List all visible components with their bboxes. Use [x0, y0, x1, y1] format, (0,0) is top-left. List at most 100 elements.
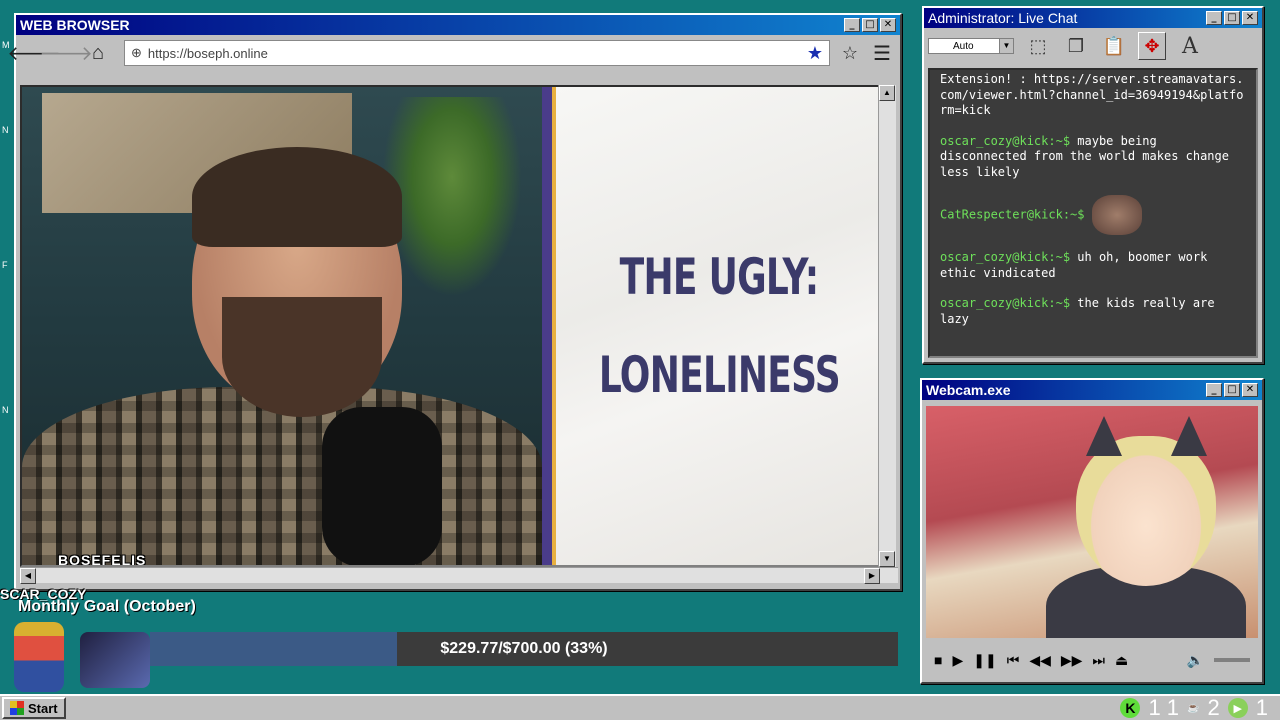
paste-icon[interactable]: 📋 — [1100, 32, 1128, 60]
microphone — [322, 407, 442, 565]
font-size-select[interactable]: Auto ▼ — [928, 38, 1014, 54]
rewind-icon[interactable]: ◀◀ — [1029, 652, 1051, 669]
copy-icon[interactable]: ❐ — [1062, 32, 1090, 60]
browser-title: WEB BROWSER — [20, 17, 130, 33]
chat-message: oscar_cozy@kick:~$ maybe being disconnec… — [940, 134, 1246, 181]
chat-titlebar[interactable]: Administrator: Live Chat _ □ ✕ — [924, 8, 1262, 28]
goal-progress-bar: $229.77/$700.00 (33%) — [150, 632, 898, 666]
tray-count: 1 — [1255, 695, 1268, 720]
scroll-up-arrow-icon[interactable]: ▲ — [879, 85, 895, 101]
tray-count: 1 1 — [1148, 695, 1180, 720]
volume-icon[interactable]: 🔈 — [1187, 652, 1204, 669]
goal-title: Monthly Goal (October) — [18, 598, 196, 615]
system-tray: K 1 1 ☕ 2 ▶ 1 — [1120, 695, 1278, 720]
chat-username[interactable]: oscar_cozy@kick:~$ — [940, 250, 1070, 264]
media-controls: ■ ▶ ❚❚ ⏮ ◀◀ ▶▶ ⏭ ⏏ 🔈 — [926, 644, 1258, 676]
minimize-button[interactable]: _ — [1206, 383, 1222, 397]
scroll-left-arrow-icon[interactable]: ◀ — [20, 568, 36, 584]
start-button[interactable]: Start — [2, 697, 66, 719]
volume-slider[interactable] — [1214, 658, 1250, 662]
video-viewport[interactable]: THE UGLY: LONELINESS BOSEFELIS — [20, 85, 880, 567]
windows-logo-icon — [10, 701, 24, 715]
chat-message-text: Extension! : https://server.streamavatar… — [940, 72, 1244, 117]
pixel-sprites — [10, 618, 150, 692]
ninja-sprite — [80, 632, 150, 688]
chat-toolbar: Auto ▼ ⬚ ❐ 📋 ✥ A — [924, 28, 1262, 64]
favorites-star-icon[interactable]: ☆ — [838, 41, 862, 65]
eject-icon[interactable]: ⏏ — [1115, 652, 1128, 669]
speaker-beard — [222, 297, 382, 417]
skip-back-icon[interactable]: ⏮ — [1007, 652, 1020, 669]
scroll-down-arrow-icon[interactable]: ▼ — [879, 551, 895, 567]
play-icon[interactable]: ▶ — [952, 652, 963, 669]
play-badge-icon[interactable]: ▶ — [1227, 698, 1248, 718]
chat-username[interactable]: oscar_cozy@kick:~$ — [940, 134, 1070, 148]
webcam-title: Webcam.exe — [926, 382, 1011, 398]
start-label: Start — [28, 700, 58, 716]
presentation-slide: THE UGLY: LONELINESS — [556, 87, 878, 565]
chat-window: Administrator: Live Chat _ □ ✕ Auto ▼ ⬚ … — [922, 6, 1264, 364]
chat-log[interactable]: Extension! : https://server.streamavatar… — [928, 68, 1258, 358]
chat-message: Extension! : https://server.streamavatar… — [940, 72, 1246, 119]
cozy-icon[interactable]: ☕ — [1187, 703, 1199, 714]
move-icon[interactable]: ✥ — [1138, 32, 1166, 60]
close-button[interactable]: ✕ — [880, 18, 896, 32]
slide-subheading: LONELINESS — [598, 346, 840, 404]
bookmarked-star-icon[interactable]: ★ — [807, 43, 823, 64]
browser-titlebar[interactable]: WEB BROWSER _ □ ✕ — [16, 15, 900, 35]
desktop-icon-fragment[interactable]: N — [2, 405, 12, 415]
scroll-right-arrow-icon[interactable]: ▶ — [864, 568, 880, 584]
slide-heading: THE UGLY: — [619, 248, 820, 306]
pirate-sprite — [14, 622, 64, 692]
pause-icon[interactable]: ❚❚ — [973, 652, 996, 669]
maximize-button[interactable]: □ — [862, 18, 878, 32]
streamer-name-overlay: BOSEFELIS — [58, 552, 147, 567]
browser-window: WEB BROWSER _ □ ✕ 🡐 🡒 ⌂ ⊕ https://boseph… — [7, 13, 902, 591]
address-bar[interactable]: ⊕ https://boseph.online ★ — [124, 40, 830, 66]
speaker-hair — [192, 147, 402, 247]
chat-title: Administrator: Live Chat — [928, 10, 1078, 26]
chat-username[interactable]: oscar_cozy@kick:~$ — [940, 296, 1070, 310]
maximize-button[interactable]: □ — [1224, 11, 1240, 25]
webcam-feed — [926, 406, 1258, 638]
font-icon[interactable]: A — [1176, 32, 1204, 60]
vertical-scrollbar[interactable]: ▲ ▼ — [878, 85, 896, 567]
taskbar: Start K 1 1 ☕ 2 ▶ 1 — [0, 694, 1280, 720]
divider-stripe — [542, 87, 552, 565]
fast-forward-icon[interactable]: ▶▶ — [1061, 652, 1083, 669]
plant — [382, 97, 522, 297]
goal-progress-text: $229.77/$700.00 (33%) — [440, 640, 608, 657]
url-text: https://boseph.online — [147, 45, 268, 61]
avatar-face — [1076, 436, 1216, 586]
select-region-icon[interactable]: ⬚ — [1024, 32, 1052, 60]
video-speaker-area — [22, 87, 542, 565]
close-button[interactable]: ✕ — [1242, 11, 1258, 25]
skip-forward-icon[interactable]: ⏭ — [1092, 652, 1105, 669]
cat-ear-icon — [1086, 416, 1122, 456]
font-size-value: Auto — [953, 40, 974, 52]
minimize-button[interactable]: _ — [844, 18, 860, 32]
minimize-button[interactable]: _ — [1206, 11, 1222, 25]
globe-icon: ⊕ — [131, 45, 142, 60]
browser-navbar: 🡐 🡒 ⌂ ⊕ https://boseph.online ★ ☆ ☰ — [7, 35, 900, 71]
horizontal-scrollbar[interactable]: ◀ ▶ — [20, 567, 898, 584]
chevron-down-icon[interactable]: ▼ — [999, 39, 1013, 53]
chat-message: oscar_cozy@kick:~$ the kids really are l… — [940, 296, 1246, 327]
desktop-icon-fragment[interactable]: F — [2, 260, 12, 270]
close-button[interactable]: ✕ — [1242, 383, 1258, 397]
stop-icon[interactable]: ■ — [934, 652, 942, 668]
maximize-button[interactable]: □ — [1224, 383, 1240, 397]
desktop-icon-fragment[interactable]: N — [2, 125, 12, 135]
forward-icon[interactable]: 🡒 — [39, 41, 93, 65]
webcam-titlebar[interactable]: Webcam.exe _ □ ✕ — [922, 380, 1262, 400]
chat-message: CatRespecter@kick:~$ — [940, 195, 1246, 235]
cat-ear-icon — [1171, 416, 1207, 456]
tray-count: 2 — [1207, 695, 1220, 720]
menu-icon[interactable]: ☰ — [870, 41, 894, 65]
cat-emote-icon — [1091, 195, 1142, 235]
home-icon[interactable]: ⌂ — [86, 41, 110, 65]
kick-logo-icon[interactable]: K — [1120, 698, 1141, 718]
chat-username[interactable]: CatRespecter@kick:~$ — [940, 208, 1085, 222]
chat-message: oscar_cozy@kick:~$ uh oh, boomer work et… — [940, 250, 1246, 281]
webcam-window: Webcam.exe _ □ ✕ ■ ▶ ❚❚ ⏮ ◀◀ ▶▶ ⏭ ⏏ 🔈 — [920, 378, 1264, 684]
